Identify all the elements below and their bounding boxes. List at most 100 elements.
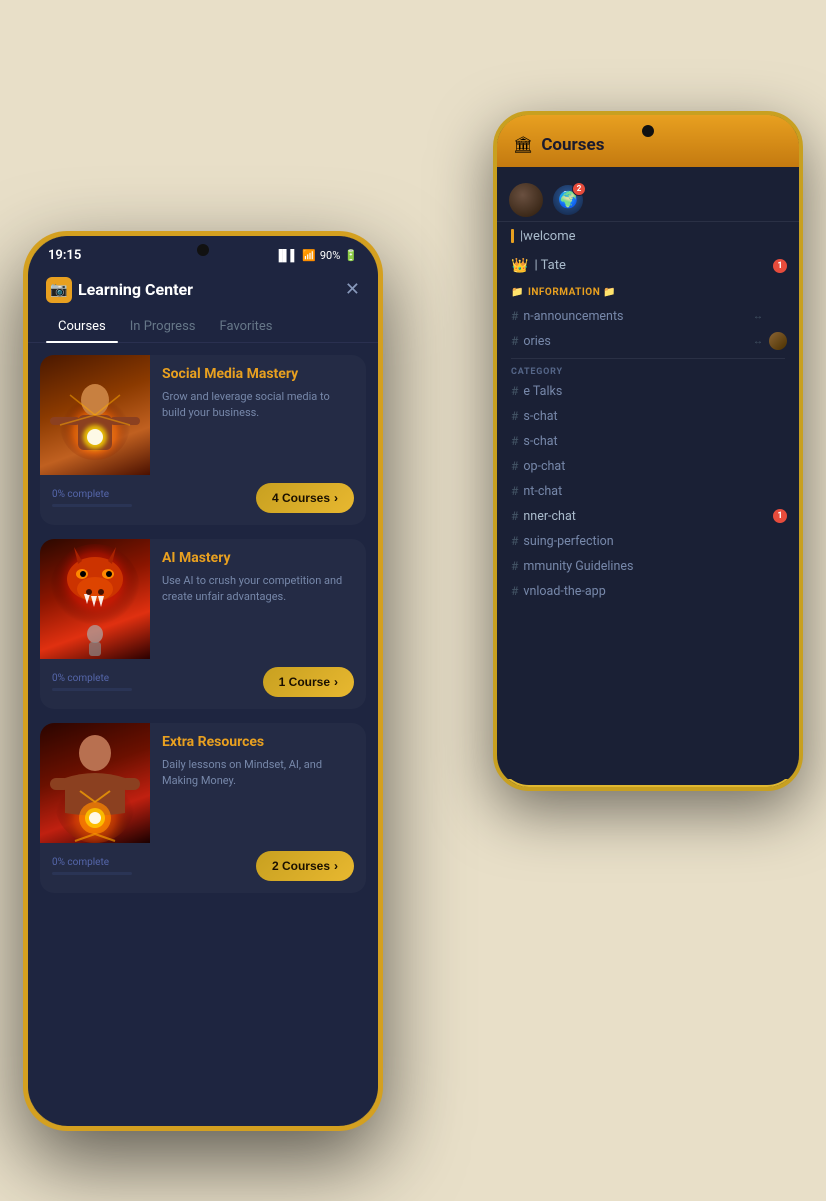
chat-badge: 1 [773, 509, 787, 523]
chevron-right-icon: › [334, 491, 338, 505]
back-phone-title: Courses [541, 135, 604, 155]
welcome-label: |welcome [520, 229, 576, 244]
hash-icon: # [511, 409, 518, 423]
back-phone-content: 🌍 2 |welcome 👑 | Tate 1 📁 [497, 167, 799, 779]
course-button-ai[interactable]: 1 Course › [263, 667, 354, 697]
chat3-channel[interactable]: # op-chat [497, 454, 799, 479]
scene: 🏛 Courses 🌍 2 |welco [23, 51, 803, 1151]
category-label: CATEGORY [497, 363, 799, 379]
front-phone-inner: 19:15 ▐▌▌ 📶 90% 🔋 📷 Learning Center ✕ [28, 236, 378, 1126]
info-folder[interactable]: 📁 INFORMATION 📁 [497, 281, 799, 304]
course-thumbnail-extra [40, 723, 150, 843]
chat1-channel[interactable]: # s-chat [497, 404, 799, 429]
channel-label: mmunity Guidelines [523, 559, 633, 574]
chat2-channel[interactable]: # s-chat [497, 429, 799, 454]
course-btn-label-extra: 2 Courses [272, 859, 330, 873]
hash-icon: # [511, 334, 518, 348]
arrow-icon: ↔ [753, 336, 763, 347]
welcome-channel[interactable]: |welcome [497, 222, 799, 251]
channel-label: nner-chat [523, 509, 575, 524]
progress-area-extra: 0% complete [52, 857, 132, 875]
battery-icon: 🔋 [344, 249, 358, 262]
chat4-channel[interactable]: # nt-chat [497, 479, 799, 504]
channel-label: s-chat [523, 409, 557, 424]
chevron-right-icon: › [334, 675, 338, 689]
progress-bar-bg-ai [52, 688, 132, 691]
course-title-ai: AI Mastery [162, 549, 354, 567]
courses-icon: 🏛 [513, 135, 533, 154]
course-title-social: Social Media Mastery [162, 365, 354, 383]
wifi-icon: 📶 [302, 249, 316, 262]
tate-channel[interactable]: 👑 | Tate 1 [497, 251, 799, 281]
progress-area-ai: 0% complete [52, 673, 132, 691]
progress-area-social: 0% complete [52, 489, 132, 507]
user-avatar [769, 332, 787, 350]
course-title-extra: Extra Resources [162, 733, 354, 751]
tab-in-progress[interactable]: In Progress [118, 311, 208, 342]
hash-icon: # [511, 459, 518, 473]
progress-bar-bg-social [52, 504, 132, 507]
guidelines-channel[interactable]: # mmunity Guidelines [497, 554, 799, 579]
arrow-icon: ↔ [753, 311, 763, 322]
thumb-visual-ai [40, 539, 150, 659]
course-card-social-media: Social Media Mastery Grow and leverage s… [40, 355, 366, 525]
download-channel[interactable]: # vnload-the-app [497, 579, 799, 604]
course-thumbnail-social [40, 355, 150, 475]
channel-label: s-chat [523, 434, 557, 449]
course-button-extra[interactable]: 2 Courses › [256, 851, 354, 881]
stories-channel[interactable]: # ories ↔ [497, 329, 799, 354]
channel-label: ories [523, 334, 550, 349]
course-card-top-extra: Extra Resources Daily lessons on Mindset… [40, 723, 366, 843]
battery-label: 90% [320, 249, 340, 262]
discord-channel-list: 🌍 2 |welcome 👑 | Tate 1 📁 [497, 167, 799, 612]
progress-label-extra: 0% complete [52, 857, 132, 868]
chevron-right-icon: › [334, 859, 338, 873]
hash-icon: # [511, 309, 518, 323]
course-card-bottom-social: 0% complete 4 Courses › [40, 475, 366, 525]
tate-badge: 1 [773, 259, 787, 273]
announcements-channel[interactable]: # n-announcements ↔ [497, 304, 799, 329]
folder-icon: 📁 [511, 287, 524, 298]
courses-list: Social Media Mastery Grow and leverage s… [28, 343, 378, 1103]
course-card-extra: Extra Resources Daily lessons on Mindset… [40, 723, 366, 893]
talks-channel[interactable]: # e Talks [497, 379, 799, 404]
close-button[interactable]: ✕ [345, 279, 360, 300]
crown-icon: 👑 [511, 258, 528, 274]
section-divider [511, 358, 785, 359]
thumb-visual-extra [40, 723, 150, 843]
course-desc-extra: Daily lessons on Mindset, AI, and Making… [162, 757, 354, 790]
tab-favorites[interactable]: Favorites [208, 311, 285, 342]
channel-label: nt-chat [523, 484, 562, 499]
course-button-social[interactable]: 4 Courses › [256, 483, 354, 513]
hash-icon: # [511, 384, 518, 398]
course-thumbnail-ai [40, 539, 150, 659]
hash-icon: # [511, 559, 518, 573]
signal-icon: ▐▌▌ [275, 249, 298, 262]
hash-icon: # [511, 584, 518, 598]
course-btn-label-ai: 1 Course [279, 675, 330, 689]
pursuing-channel[interactable]: # suing-perfection [497, 529, 799, 554]
hash-icon: # [511, 509, 518, 523]
status-icons: ▐▌▌ 📶 90% 🔋 [275, 249, 358, 262]
channel-label: op-chat [523, 459, 565, 474]
course-info-ai: AI Mastery Use AI to crush your competit… [150, 539, 366, 659]
welcome-bar-icon [511, 229, 514, 243]
hash-icon: # [511, 484, 518, 498]
lc-title-area: 📷 Learning Center [46, 277, 193, 303]
course-btn-label-social: 4 Courses [272, 491, 330, 505]
learning-center-header: 📷 Learning Center ✕ [28, 267, 378, 311]
nner-chat-channel[interactable]: # nner-chat 1 [497, 504, 799, 529]
hash-icon: # [511, 534, 518, 548]
course-card-bottom-ai: 0% complete 1 Course › [40, 659, 366, 709]
course-info-extra: Extra Resources Daily lessons on Mindset… [150, 723, 366, 843]
channel-label: vnload-the-app [523, 584, 605, 599]
course-card-ai: AI Mastery Use AI to crush your competit… [40, 539, 366, 709]
front-phone-notch [197, 244, 209, 256]
back-phone-notch [642, 125, 654, 137]
progress-bar-bg-extra [52, 872, 132, 875]
tab-courses[interactable]: Courses [46, 311, 118, 342]
course-card-bottom-extra: 0% complete 2 Courses › [40, 843, 366, 893]
folder-label: INFORMATION 📁 [528, 287, 616, 298]
back-phone: 🏛 Courses 🌍 2 |welco [493, 111, 803, 791]
progress-label-social: 0% complete [52, 489, 132, 500]
